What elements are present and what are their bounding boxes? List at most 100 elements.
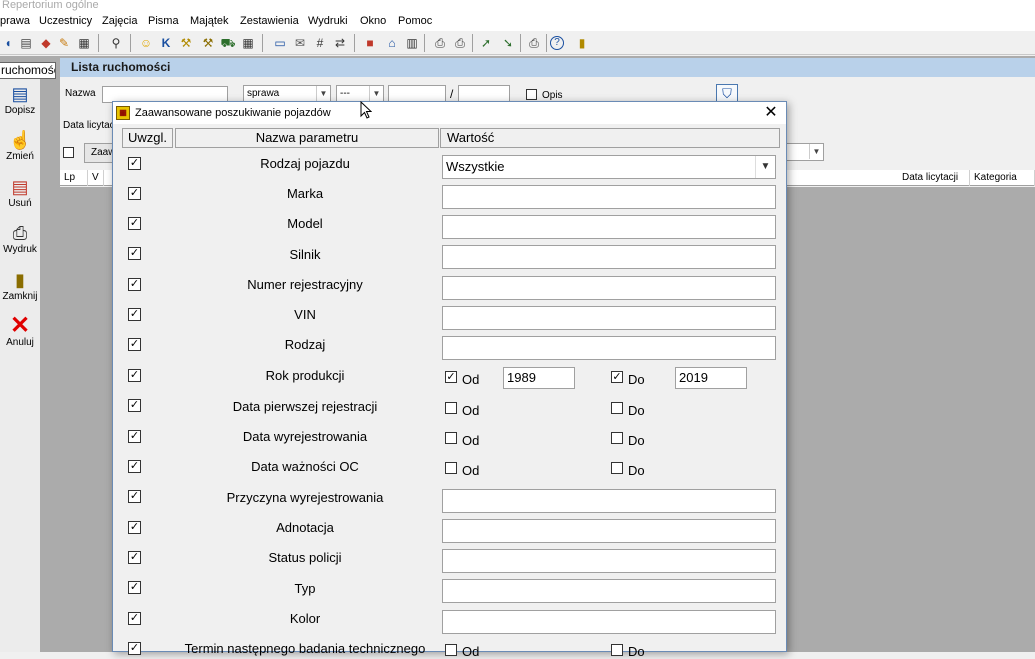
menu-zajecia[interactable]: Zajęcia [102,15,137,27]
include-checkbox[interactable]: ✓ [128,399,141,412]
menu-pomoc[interactable]: Pomoc [398,15,432,27]
zmien-button[interactable]: ☝ Zmień [0,129,40,162]
printer-icon[interactable]: ⎙ [432,35,448,51]
do-checkbox[interactable] [611,462,623,474]
silnik-input[interactable] [442,245,776,269]
column-v[interactable]: V [88,170,104,186]
header-uwzgl[interactable]: Uwzgl. [122,128,173,148]
zaaw-button[interactable]: Zaaw [84,143,114,163]
column-data-licytacji[interactable]: Data licytacji [890,170,970,186]
do-checkbox[interactable]: ✓ [611,371,623,383]
help-icon[interactable]: ? [550,36,564,50]
rok-od-input[interactable]: 1989 [503,367,575,389]
include-checkbox[interactable]: ✓ [128,278,141,291]
menu-prawa[interactable]: prawa [0,15,30,27]
usun-button[interactable]: ▤ Usuń [0,176,40,209]
kolor-input[interactable] [442,610,776,634]
include-checkbox[interactable]: ✓ [128,642,141,655]
ledger-icon[interactable]: ▥ [404,35,420,51]
include-checkbox[interactable]: ✓ [128,217,141,230]
document-icon[interactable]: ▦ [76,35,92,51]
wydruk-button[interactable]: ⎙ Wydruk [0,222,40,255]
od-checkbox[interactable] [445,462,457,474]
header-nazwa-parametru[interactable]: Nazwa parametru [175,128,439,148]
od-checkbox[interactable] [445,644,457,656]
rodzaj-pojazdu-combo[interactable]: Wszystkie ▼ [442,155,776,179]
include-checkbox[interactable]: ✓ [128,430,141,443]
menu-pisma[interactable]: Pisma [148,15,179,27]
do-checkbox[interactable] [611,402,623,414]
include-checkbox[interactable]: ✓ [128,551,141,564]
menu-majatek[interactable]: Majątek [190,15,229,27]
anuluj-button[interactable]: ✕ Anuluj [0,314,40,349]
include-checkbox[interactable]: ✓ [128,308,141,321]
chevron-down-icon[interactable]: ▼ [369,86,383,101]
table-icon[interactable]: ▦ [240,35,256,51]
include-checkbox[interactable]: ✓ [128,338,141,351]
person-search-icon[interactable]: ⚲ [108,35,124,51]
include-checkbox[interactable]: ✓ [128,247,141,260]
eraser-icon[interactable]: ◆ [38,35,54,51]
year-input[interactable] [458,85,510,102]
print-preview-icon[interactable]: ⎙ [452,35,468,51]
include-checkbox[interactable]: ✓ [128,460,141,473]
bank-icon[interactable]: ⌂ [384,35,400,51]
include-checkbox[interactable]: ✓ [128,187,141,200]
opis-checkbox[interactable] [526,89,537,100]
screen-icon[interactable]: ▭ [272,35,288,51]
chevron-down-icon[interactable]: ▼ [316,86,330,101]
fax-icon[interactable]: ⎙ [526,35,542,51]
adnotacja-input[interactable] [442,519,776,543]
k-icon[interactable]: K [158,35,174,51]
book-icon[interactable]: ▤ [18,35,34,51]
include-checkbox[interactable]: ✓ [128,369,141,382]
car-icon[interactable]: ⛟ [220,35,236,51]
typ-input[interactable] [442,579,776,603]
sprawa-combo[interactable]: sprawa ▼ [243,85,331,102]
gavel-icon[interactable]: ⚒ [178,35,194,51]
include-checkbox[interactable]: ✓ [128,581,141,594]
menu-wydruki[interactable]: Wydruki [308,15,348,27]
tab-ruchomosc[interactable]: ruchomość [0,62,56,79]
column-lp[interactable]: Lp [60,170,88,186]
rok-do-input[interactable]: 2019 [675,367,747,389]
envelope-icon[interactable]: ✉ [292,35,308,51]
close-icon[interactable]: ✕ [762,104,780,122]
include-checkbox[interactable]: ✓ [128,521,141,534]
menu-zestawienia[interactable]: Zestawienia [240,15,299,27]
do-checkbox[interactable] [611,432,623,444]
status-policji-input[interactable] [442,549,776,573]
transfer-icon[interactable]: ⇄ [332,35,348,51]
rodzaj-input[interactable] [442,336,776,360]
header-wartosc[interactable]: Wartość [440,128,780,148]
menu-uczestnicy[interactable]: Uczestnicy [39,15,92,27]
vin-input[interactable] [442,306,776,330]
zaaw-checkbox[interactable] [63,147,74,158]
menu-okno[interactable]: Okno [360,15,386,27]
number-input[interactable] [388,85,446,102]
numer-rejestracyjny-input[interactable] [442,276,776,300]
nav-icon[interactable]: ◖ [0,35,16,51]
do-checkbox[interactable] [611,644,623,656]
include-checkbox[interactable]: ✓ [128,612,141,625]
od-checkbox[interactable] [445,402,457,414]
od-checkbox[interactable] [445,432,457,444]
od-checkbox[interactable]: ✓ [445,371,457,383]
przyczyna-input[interactable] [442,489,776,513]
dash-combo[interactable]: --- ▼ [336,85,384,102]
exit-icon[interactable]: ▮ [574,35,590,51]
marka-input[interactable] [442,185,776,209]
arrow-icon[interactable]: ➚ [478,35,494,51]
include-checkbox[interactable]: ✓ [128,157,141,170]
chevron-down-icon[interactable]: ▼ [755,156,775,178]
dopisz-button[interactable]: ▤ Dopisz [0,83,40,116]
include-checkbox[interactable]: ✓ [128,490,141,503]
grid-icon[interactable]: # [312,35,328,51]
zamknij-button[interactable]: ▮ Zamknij [0,269,40,302]
column-kategoria[interactable]: Kategoria [970,170,1035,186]
chevron-down-icon[interactable]: ▼ [809,144,823,159]
tools-icon[interactable]: ✎ [56,35,72,51]
model-input[interactable] [442,215,776,239]
shapes-icon[interactable]: ■ [362,35,378,51]
hammer-icon[interactable]: ⚒ [200,35,216,51]
